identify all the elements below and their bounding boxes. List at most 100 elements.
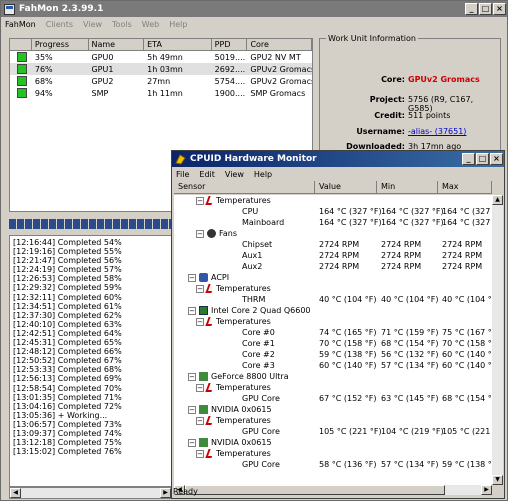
collapse-toggle-icon[interactable]: −	[188, 273, 196, 282]
wu-username-label: Username:	[356, 127, 405, 136]
sensor-row[interactable]: Core #1 70 °C (158 °F) 68 °C (154 °F) 70 °C…	[174, 338, 492, 349]
log-line: [13:04:16] Completed 72%	[13, 401, 122, 411]
sensor-label: Mainboard	[242, 218, 285, 227]
sensor-max: 40 °C (104 °F)	[442, 295, 492, 304]
fahmon-titlebar[interactable]: FahMon 2.3.99.1 _ □ ×	[1, 1, 507, 17]
col-name[interactable]: Name	[89, 39, 145, 50]
col-sensor[interactable]: Sensor	[174, 181, 315, 193]
sensor-group-node[interactable]: − Temperatures	[174, 316, 492, 327]
collapse-toggle-icon[interactable]: −	[196, 196, 204, 205]
col-eta[interactable]: ETA	[144, 39, 212, 50]
sensor-max: 59 °C (138 °F)	[442, 460, 492, 469]
sensor-row[interactable]: Chipset 2724 RPM 2724 RPM 2724 RPM	[174, 239, 492, 250]
sensor-value: 2724 RPM	[319, 262, 360, 271]
sensor-group-node[interactable]: − Temperatures	[174, 382, 492, 393]
sensor-row[interactable]: Core #2 59 °C (138 °F) 56 °C (132 °F) 60 °C…	[174, 349, 492, 360]
sensor-value: 58 °C (136 °F)	[319, 460, 377, 469]
cpuid-menubar: File Edit View Help	[172, 167, 504, 182]
client-row[interactable]: 94% SMP 1h 11mn 1900.... SMP Gromacs	[10, 87, 312, 99]
menu-help[interactable]: Help	[254, 170, 272, 179]
client-row[interactable]: 68% GPU2 27mn 5754.... GPUv2 Gromacs	[10, 75, 312, 87]
sensor-row[interactable]: THRM 40 °C (104 °F) 40 °C (104 °F) 40 °C (1…	[174, 294, 492, 305]
menu-help[interactable]: Help	[169, 20, 187, 29]
sensor-row[interactable]: GPU Core 67 °C (152 °F) 63 °C (145 °F) 68 °…	[174, 393, 492, 404]
sensor-group-node[interactable]: − Temperatures	[174, 195, 492, 206]
sensor-horizontal-scrollbar[interactable]: ◀ ▶	[174, 485, 492, 495]
scroll-up-icon[interactable]: ▲	[492, 195, 503, 205]
collapse-toggle-icon[interactable]: −	[196, 317, 204, 326]
menu-view[interactable]: View	[225, 170, 244, 179]
sensor-max: 60 °C (140 °F)	[442, 350, 492, 359]
scroll-right-icon[interactable]: ▶	[481, 485, 492, 495]
sensor-row[interactable]: Aux1 2724 RPM 2724 RPM 2724 RPM	[174, 250, 492, 261]
sensor-tree[interactable]: − Temperatures CPU 164 °C (327 °F) 164 °C (3…	[174, 195, 492, 485]
col-status[interactable]	[10, 39, 32, 50]
device-node[interactable]: − NVIDIA 0x0615	[174, 404, 492, 415]
col-min[interactable]: Min	[377, 181, 438, 193]
collapse-toggle-icon[interactable]: −	[196, 284, 204, 293]
device-node[interactable]: − Intel Core 2 Quad Q6600	[174, 305, 492, 316]
collapse-toggle-icon[interactable]: −	[188, 306, 196, 315]
device-node[interactable]: − GeForce 8800 Ultra	[174, 371, 492, 382]
maximize-button[interactable]: □	[476, 153, 489, 165]
minimize-button[interactable]: _	[462, 153, 475, 165]
collapse-toggle-icon[interactable]: −	[188, 438, 196, 447]
sensor-row[interactable]: CPU 164 °C (327 °F) 164 °C (327 °F) 164 °C …	[174, 206, 492, 217]
col-core[interactable]: Core	[247, 39, 312, 50]
col-max[interactable]: Max	[438, 181, 492, 193]
scroll-down-icon[interactable]: ▼	[492, 475, 503, 485]
menu-fahmon[interactable]: FahMon	[5, 20, 36, 29]
sensor-row[interactable]: GPU Core 105 °C (221 °F) 104 °C (219 °F) 10…	[174, 426, 492, 437]
sensor-vertical-scrollbar[interactable]: ▲ ▼	[492, 195, 503, 485]
menu-edit[interactable]: Edit	[199, 170, 215, 179]
menu-clients[interactable]: Clients	[46, 20, 73, 29]
collapse-toggle-icon[interactable]: −	[196, 229, 204, 238]
sensor-value: 2724 RPM	[319, 251, 360, 260]
sensor-group-node[interactable]: − Temperatures	[174, 283, 492, 294]
sensor-row[interactable]: Core #3 60 °C (140 °F) 57 °C (134 °F) 60 °C…	[174, 360, 492, 371]
row-progress: 68%	[34, 76, 53, 86]
col-value[interactable]: Value	[315, 181, 377, 193]
col-progress[interactable]: Progress	[32, 39, 89, 50]
menu-file[interactable]: File	[176, 170, 189, 179]
log-view[interactable]: [12:16:44] Completed 54% [12:19:16] Comp…	[9, 235, 172, 487]
col-ppd[interactable]: PPD	[212, 39, 248, 50]
log-line: [13:12:18] Completed 75%	[13, 438, 122, 448]
minimize-button[interactable]: _	[465, 3, 478, 15]
cpuid-app-icon	[175, 153, 186, 165]
cpuid-titlebar[interactable]: CPUID Hardware Monitor _ □ ×	[172, 151, 504, 167]
menu-web[interactable]: Web	[142, 20, 159, 29]
scroll-right-icon[interactable]: ▶	[160, 488, 171, 498]
collapse-toggle-icon[interactable]: −	[196, 449, 204, 458]
sensor-group-node[interactable]: − Temperatures	[174, 448, 492, 459]
scroll-thumb[interactable]	[185, 485, 445, 495]
collapse-toggle-icon[interactable]: −	[196, 383, 204, 392]
sensor-group-node[interactable]: − Fans	[174, 228, 492, 239]
maximize-button[interactable]: □	[479, 3, 492, 15]
close-button[interactable]: ×	[493, 3, 506, 15]
collapse-toggle-icon[interactable]: −	[188, 372, 196, 381]
log-line: [13:05:36] + Working...	[13, 410, 108, 420]
device-node[interactable]: − NVIDIA 0x0615	[174, 437, 492, 448]
collapse-toggle-icon[interactable]: −	[188, 405, 196, 414]
sensor-row[interactable]: Mainboard 164 °C (327 °F) 164 °C (327 °F) 1…	[174, 217, 492, 228]
sensor-row[interactable]: Aux2 2724 RPM 2724 RPM 2724 RPM	[174, 261, 492, 272]
collapse-toggle-icon[interactable]: −	[196, 416, 204, 425]
menu-view[interactable]: View	[83, 20, 102, 29]
client-row[interactable]: 35% GPU0 5h 49mn 5019.... GPU2 NV MT	[10, 51, 312, 63]
sensor-row[interactable]: Core #0 74 °C (165 °F) 71 °C (159 °F) 75 °C…	[174, 327, 492, 338]
sensor-min: 2724 RPM	[381, 240, 422, 249]
scroll-left-icon[interactable]: ◀	[10, 488, 21, 498]
sensor-row[interactable]: GPU Core 58 °C (136 °F) 57 °C (134 °F) 59 °…	[174, 459, 492, 470]
row-name: SMP	[91, 88, 109, 98]
log-horizontal-scrollbar[interactable]: ◀ ▶	[9, 487, 172, 499]
device-node[interactable]: − ACPI	[174, 272, 492, 283]
work-unit-info-legend: Work Unit Information	[326, 34, 418, 43]
sensor-min: 56 °C (132 °F)	[381, 350, 439, 359]
sensor-label: GPU Core	[242, 460, 280, 469]
sensor-group-node[interactable]: − Temperatures	[174, 415, 492, 426]
client-row-selected[interactable]: 76% GPU1 1h 03mn 2692.... GPUv2 Gromacs	[10, 63, 312, 75]
wu-username-link[interactable]: -alias- (37651)	[408, 127, 500, 136]
close-button[interactable]: ×	[490, 153, 503, 165]
menu-tools[interactable]: Tools	[112, 20, 132, 29]
